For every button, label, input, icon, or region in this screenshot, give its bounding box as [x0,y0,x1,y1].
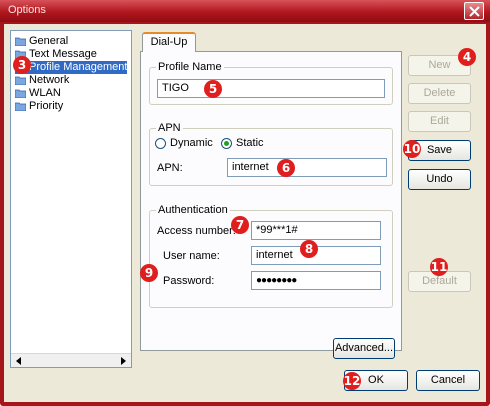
profile-name-group-label: Profile Name [156,61,224,73]
callout-badge: 10 [403,140,421,158]
sidebar-item-label: Priority [29,100,64,112]
options-tree: General Text Message Profile Management … [10,30,132,368]
apn-static-label: Static [236,137,264,149]
folder-icon [15,89,26,98]
apn-field-label: APN: [157,162,183,174]
callout-badge: 5 [204,80,222,98]
delete-button[interactable]: Delete [408,83,471,104]
callout-badge: 9 [140,264,158,282]
apn-group-label: APN [156,122,183,134]
dial-up-panel: Profile Name TIGO APN Dynamic Static APN… [140,51,402,359]
tab-label: Dial-Up [150,36,188,48]
edit-button[interactable]: Edit [408,111,471,132]
authentication-group-label: Authentication [156,204,230,216]
sidebar-item-wlan[interactable]: WLAN [15,87,61,100]
scroll-left-icon[interactable] [16,357,21,365]
profile-name-input[interactable]: TIGO [157,79,385,98]
callout-badge: 8 [300,240,318,258]
advanced-button[interactable]: Advanced... [333,338,395,359]
password-label: Password: [163,275,215,287]
sidebar-item-label: Profile Management [29,61,128,73]
callout-badge: 12 [343,372,361,390]
apn-dynamic-label: Dynamic [170,137,213,149]
options-window: Options General Text Message Profile Man… [0,0,490,406]
title-bar[interactable]: Options [0,0,490,22]
password-input[interactable]: ●●●●●●●● [251,271,381,290]
callout-badge: 6 [277,159,295,177]
folder-icon [15,76,26,85]
apn-group: APN Dynamic Static APN: internet [149,122,393,186]
window-title: Options [8,4,46,16]
apn-input[interactable]: internet [227,158,387,177]
sidebar-item-label: WLAN [29,87,61,99]
cancel-button[interactable]: Cancel [416,370,480,391]
sidebar-item-network[interactable]: Network [15,74,69,87]
sidebar-item-label: Network [29,74,70,86]
sidebar-item-profile-management[interactable]: Profile Management [15,61,128,74]
close-icon [469,6,480,17]
callout-badge: 3 [13,56,31,74]
sidebar-item-general[interactable]: General [15,35,68,48]
sidebar-item-label: General [29,35,69,47]
authentication-group: Authentication Access number: *99***1# U… [149,204,393,308]
callout-badge: 4 [458,48,476,66]
tree-horizontal-scrollbar[interactable] [11,353,131,367]
scroll-right-icon[interactable] [121,357,126,365]
sidebar-item-priority[interactable]: Priority [15,100,63,113]
apn-dynamic-radio[interactable] [155,138,166,149]
access-number-label: Access number: [157,225,236,237]
apn-static-radio[interactable] [221,138,232,149]
sidebar-item-label: Text Message [29,48,97,60]
tab-dial-up[interactable]: Dial-Up [142,32,196,52]
undo-button[interactable]: Undo [408,169,471,190]
folder-icon [15,37,26,46]
callout-badge: 11 [430,258,448,276]
dialog-body: General Text Message Profile Management … [4,24,486,402]
close-button[interactable] [464,2,484,20]
user-name-label: User name: [163,250,220,262]
access-number-input[interactable]: *99***1# [251,221,381,240]
profile-name-group: Profile Name TIGO [149,61,393,105]
callout-badge: 7 [231,216,249,234]
folder-icon [15,102,26,111]
